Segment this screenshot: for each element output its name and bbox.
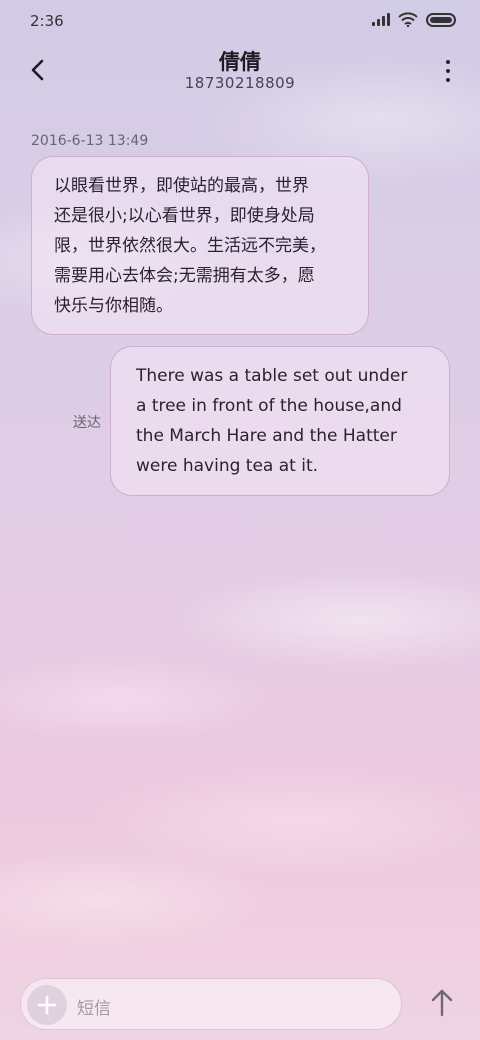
status-bar: 2:36 [0, 0, 480, 40]
plus-icon [37, 995, 57, 1015]
message-timestamp: 2016-6-13 13:49 [31, 133, 149, 149]
message-line: There was a table set out under [136, 366, 408, 386]
incoming-message-bubble[interactable]: 以眼看世界，即使站的最高，世界 还是很小;以心看世界，即使身处局 限，世界依然很… [31, 156, 369, 335]
message-line: the March Hare and the Hatter [136, 426, 397, 446]
battery-icon [426, 12, 456, 27]
message-line: 还是很小;以心看世界，即使身处局 [54, 206, 315, 226]
message-line: a tree in front of the house,and [136, 396, 402, 416]
delivery-status: 送达 [73, 415, 101, 431]
message-line: 快乐与你相随。 [54, 296, 173, 316]
message-line: 限，世界依然很大。生活远不完美， [54, 236, 326, 256]
send-button[interactable] [426, 986, 458, 1020]
message-input[interactable]: 短信 [77, 994, 111, 1019]
wifi-icon [398, 12, 418, 27]
add-attachment-button[interactable] [27, 985, 67, 1025]
conversation-header: 倩倩 18730218809 [0, 40, 480, 100]
contact-name: 倩倩 [219, 50, 261, 74]
message-line: 以眼看世界，即使站的最高，世界 [54, 176, 309, 196]
more-vertical-icon [446, 60, 450, 64]
message-line: 需要用心去体会;无需拥有太多，愿 [54, 266, 315, 286]
message-line: were having tea at it. [136, 456, 319, 476]
send-arrow-icon [431, 989, 453, 1017]
status-time: 2:36 [30, 12, 64, 30]
contact-phone-number: 18730218809 [184, 74, 296, 92]
signal-icon [372, 13, 390, 26]
status-icons [372, 12, 456, 27]
more-options-button[interactable] [440, 56, 456, 86]
outgoing-message-bubble[interactable]: There was a table set out under a tree i… [110, 346, 450, 496]
message-input-bar[interactable]: 短信 [20, 978, 402, 1030]
